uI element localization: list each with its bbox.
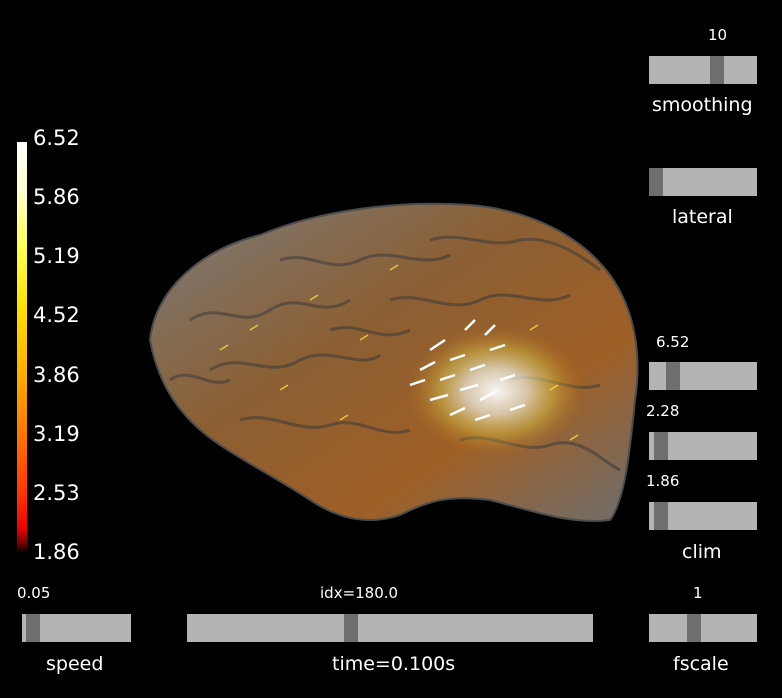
clim-max-value: 6.52 [656,333,690,351]
time-slider-handle[interactable] [344,614,358,642]
colorbar-tick: 1.86 [33,540,80,564]
smoothing-slider[interactable] [649,56,757,84]
clim-max-slider-handle[interactable] [666,362,680,390]
fscale-slider[interactable] [649,614,757,642]
clim-min-slider-handle[interactable] [654,502,668,530]
time-label: time=0.100s [332,653,456,675]
smoothing-value: 10 [708,26,728,44]
fscale-label: fscale [673,653,729,675]
speed-label: speed [46,653,104,675]
clim-mid-slider-handle[interactable] [654,432,668,460]
clim-min-slider[interactable] [649,502,757,530]
colorbar-tick: 3.86 [33,363,80,387]
brain-surface-view[interactable] [130,180,650,530]
clim-mid-value: 2.28 [646,402,680,420]
colorbar-tick: 4.52 [33,303,80,327]
speed-value: 0.05 [17,584,51,602]
fscale-slider-handle[interactable] [687,614,701,642]
clim-mid-slider[interactable] [649,432,757,460]
clim-max-slider[interactable] [649,362,757,390]
colorbar [17,142,27,553]
clim-label: clim [682,541,722,563]
smoothing-label: smoothing [652,94,753,116]
clim-min-value: 1.86 [646,472,680,490]
activation-hotspot [310,270,610,490]
colorbar-tick: 3.19 [33,422,80,446]
speed-slider-handle[interactable] [26,614,40,642]
orientation-slider[interactable] [649,168,757,196]
fscale-value: 1 [693,584,703,602]
orientation-label: lateral [672,206,733,228]
colorbar-tick: 6.52 [33,126,80,150]
colorbar-tick: 2.53 [33,481,80,505]
orientation-slider-handle[interactable] [649,168,663,196]
time-slider[interactable] [187,614,593,642]
colorbar-tick: 5.86 [33,185,80,209]
time-index-value: idx=180.0 [320,584,399,602]
colorbar-tick: 5.19 [33,244,80,268]
smoothing-slider-handle[interactable] [710,56,724,84]
speed-slider[interactable] [22,614,131,642]
